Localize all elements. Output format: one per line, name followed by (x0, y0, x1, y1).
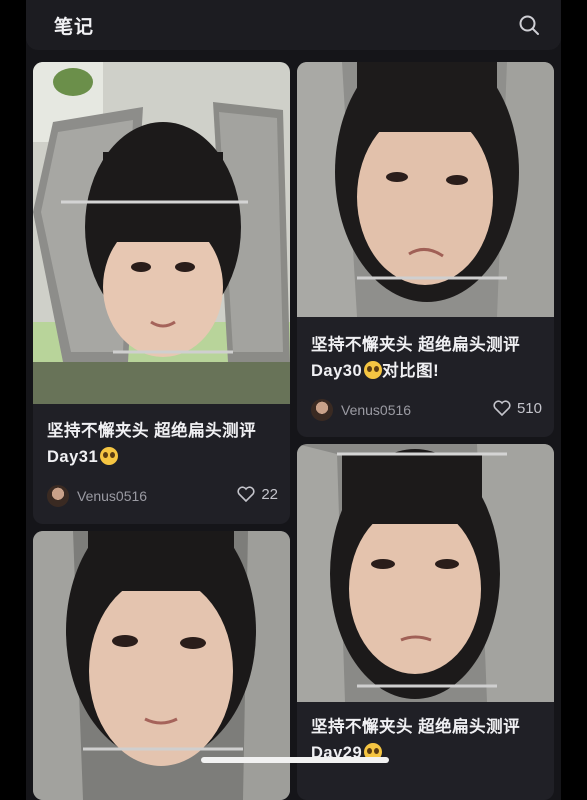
like-count: 510 (516, 400, 542, 417)
heart-icon (237, 486, 255, 502)
note-photo[interactable] (297, 444, 554, 702)
note-meta: Venus0516 22 (47, 484, 278, 510)
pleading-face-icon (100, 447, 119, 465)
note-photo[interactable] (33, 62, 290, 404)
note-card[interactable]: 坚持不懈夹头 超绝扁头测评Day30 对比图! Venus0516 510 (297, 62, 554, 437)
author-name[interactable]: Venus0516 (77, 488, 147, 504)
top-bar: 笔记 (26, 0, 561, 50)
note-meta: Venus0516 510 (311, 398, 542, 424)
note-card[interactable]: 坚持不懈夹头 超绝扁头测评Day29 (297, 444, 554, 800)
like-button[interactable]: 22 (237, 486, 278, 503)
home-indicator[interactable] (201, 757, 389, 763)
like-count: 22 (261, 486, 278, 503)
pleading-face-icon (364, 361, 383, 379)
avatar[interactable] (311, 399, 333, 421)
author-name[interactable]: Venus0516 (341, 402, 411, 418)
avatar[interactable] (47, 485, 69, 507)
search-icon[interactable] (517, 13, 541, 37)
like-button[interactable]: 510 (493, 400, 542, 417)
heart-icon (493, 400, 511, 416)
notes-screen: 笔记 坚持不懈夹头 超绝扁头测评Day31 Venus0516 22 坚持不懈夹… (26, 0, 561, 800)
note-title[interactable]: 坚持不懈夹头 超绝扁头测评Day30 对比图! (311, 332, 542, 384)
note-photo[interactable] (297, 62, 554, 317)
note-card[interactable]: 坚持不懈夹头 超绝扁头测评Day31 Venus0516 22 (33, 62, 290, 524)
page-title: 笔记 (54, 17, 95, 38)
note-title[interactable]: 坚持不懈夹头 超绝扁头测评Day31 (47, 418, 278, 470)
